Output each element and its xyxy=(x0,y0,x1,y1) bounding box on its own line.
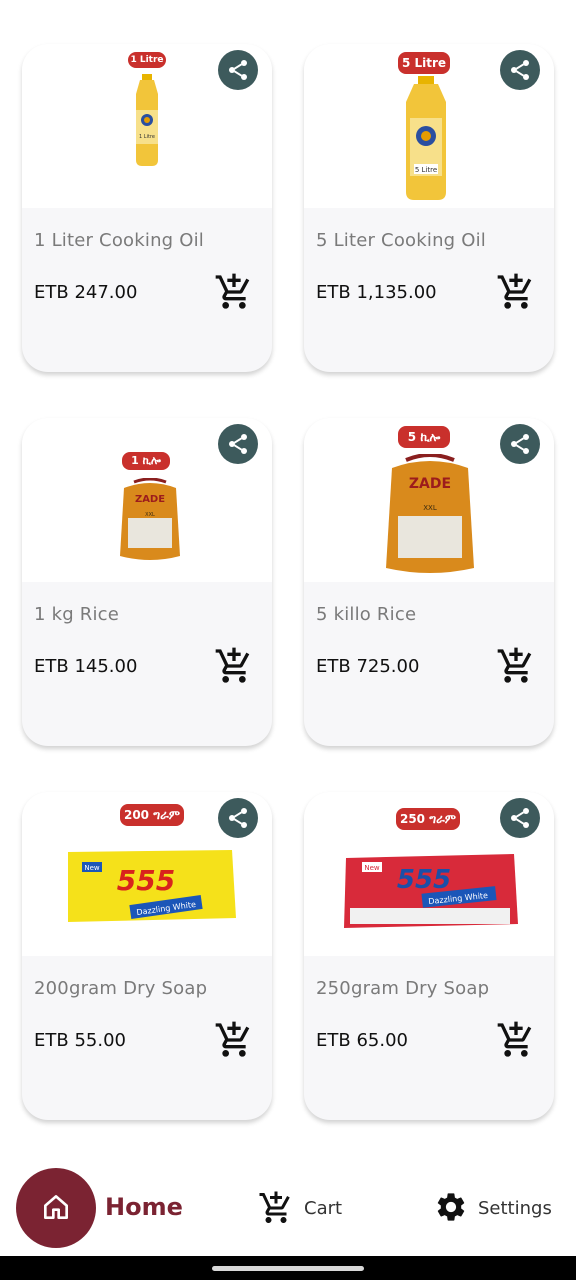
soap-bar-image: New 555 Dazzling White xyxy=(68,850,236,922)
share-icon xyxy=(511,434,529,454)
product-title: 1 Liter Cooking Oil xyxy=(34,230,205,251)
product-price: ETB 1,135.00 xyxy=(316,282,437,303)
share-button[interactable] xyxy=(218,424,258,464)
bottle-label: 5 Litre xyxy=(415,166,437,174)
size-badge: 200 ግራም xyxy=(120,804,184,826)
add-to-cart-icon[interactable] xyxy=(214,1020,254,1060)
nav-cart-label[interactable]: Cart xyxy=(304,1198,342,1219)
share-button[interactable] xyxy=(218,798,258,838)
share-icon xyxy=(229,808,247,828)
bag-brand: ZADE xyxy=(135,494,165,505)
product-card[interactable]: 5 Litre 5 Litre 5 Liter Cooking Oil ETB … xyxy=(304,44,554,372)
share-icon xyxy=(511,808,529,828)
product-card[interactable]: ZADE XXL 1 ኪሎ 1 kg Rice ETB 145.00 xyxy=(22,418,272,746)
soap-brand: 555 xyxy=(397,865,451,895)
rice-bag-image: ZADE XXL xyxy=(386,454,474,573)
share-button[interactable] xyxy=(218,50,258,90)
soap-bar-image: New 555 Dazzling White xyxy=(344,854,518,928)
home-icon xyxy=(44,1195,68,1219)
share-button[interactable] xyxy=(500,798,540,838)
product-price: ETB 145.00 xyxy=(34,656,138,677)
product-card[interactable]: 1 Litre 1 Litre 1 Liter Cooking Oil ETB … xyxy=(22,44,272,372)
size-badge: 1 ኪሎ xyxy=(122,452,170,470)
share-icon xyxy=(511,60,529,80)
cart-icon[interactable] xyxy=(258,1190,294,1226)
nav-home-label[interactable]: Home xyxy=(105,1193,183,1221)
nav-home-button[interactable] xyxy=(16,1168,96,1248)
nav-settings-label[interactable]: Settings xyxy=(478,1198,552,1219)
size-badge: 5 ኪሎ xyxy=(398,426,450,448)
oil-bottle-image: 5 Litre xyxy=(406,76,446,200)
product-price: ETB 65.00 xyxy=(316,1030,408,1051)
rice-bag-image: ZADE XXL xyxy=(120,478,180,560)
soap-new-tag: New xyxy=(364,864,380,872)
product-title: 5 Liter Cooking Oil xyxy=(316,230,487,251)
bag-size: XXL xyxy=(423,504,437,512)
bottle-label: 1 Litre xyxy=(139,134,155,140)
gear-icon[interactable] xyxy=(434,1190,468,1224)
share-button[interactable] xyxy=(500,50,540,90)
add-to-cart-icon[interactable] xyxy=(496,1020,536,1060)
share-icon xyxy=(229,60,247,80)
product-card[interactable]: New 555 Dazzling White 250 ግራም 250gram D… xyxy=(304,792,554,1120)
product-price: ETB 725.00 xyxy=(316,656,420,677)
soap-new-tag: New xyxy=(84,864,100,872)
product-title: 1 kg Rice xyxy=(34,604,120,625)
product-title: 200gram Dry Soap xyxy=(34,978,208,999)
system-navigation-bar xyxy=(0,1256,576,1280)
add-to-cart-icon[interactable] xyxy=(214,272,254,312)
product-price: ETB 55.00 xyxy=(34,1030,126,1051)
add-to-cart-icon[interactable] xyxy=(496,646,536,686)
product-price: ETB 247.00 xyxy=(34,282,138,303)
bag-size: XXL xyxy=(145,512,155,518)
size-badge: 1 Litre xyxy=(128,52,166,68)
share-button[interactable] xyxy=(500,424,540,464)
add-to-cart-icon[interactable] xyxy=(496,272,536,312)
product-title: 250gram Dry Soap xyxy=(316,978,490,999)
size-badge: 5 Litre xyxy=(398,52,450,74)
soap-brand: 555 xyxy=(117,864,175,897)
oil-bottle-image: 1 Litre xyxy=(136,74,158,166)
bag-brand: ZADE xyxy=(409,476,451,492)
gesture-handle[interactable] xyxy=(212,1266,364,1271)
product-card[interactable]: ZADE XXL 5 ኪሎ 5 killo Rice ETB 725.00 xyxy=(304,418,554,746)
bottom-navigation: Home Cart Settings xyxy=(0,1160,576,1256)
product-title: 5 killo Rice xyxy=(316,604,417,625)
add-to-cart-icon[interactable] xyxy=(214,646,254,686)
product-card[interactable]: New 555 Dazzling White 200 ግራም 200gram D… xyxy=(22,792,272,1120)
size-badge: 250 ግራም xyxy=(396,808,460,830)
share-icon xyxy=(229,434,247,454)
